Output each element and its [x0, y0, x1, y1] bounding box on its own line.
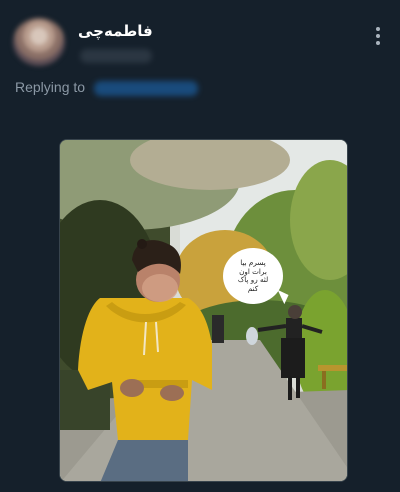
more-options-button[interactable]: [370, 23, 386, 49]
user-handle-blurred[interactable]: [80, 49, 152, 63]
reply-to-handle-blurred[interactable]: [94, 81, 198, 96]
speech-bubble-text: پسرم بیا برات اون لثه رو پاک کنم: [237, 258, 269, 293]
avatar[interactable]: [13, 18, 65, 66]
tweet-photo[interactable]: پسرم بیا برات اون لثه رو پاک کنم: [59, 139, 348, 482]
more-vertical-icon: [376, 27, 380, 31]
display-name[interactable]: فاطمه‌چی: [78, 22, 153, 40]
tweet-reply-screen: فاطمه‌چی Replying to: [0, 0, 400, 492]
photo-scene: [60, 140, 347, 481]
speech-bubble: پسرم بیا برات اون لثه رو پاک کنم: [223, 248, 283, 304]
replying-to-label: Replying to: [15, 79, 86, 95]
